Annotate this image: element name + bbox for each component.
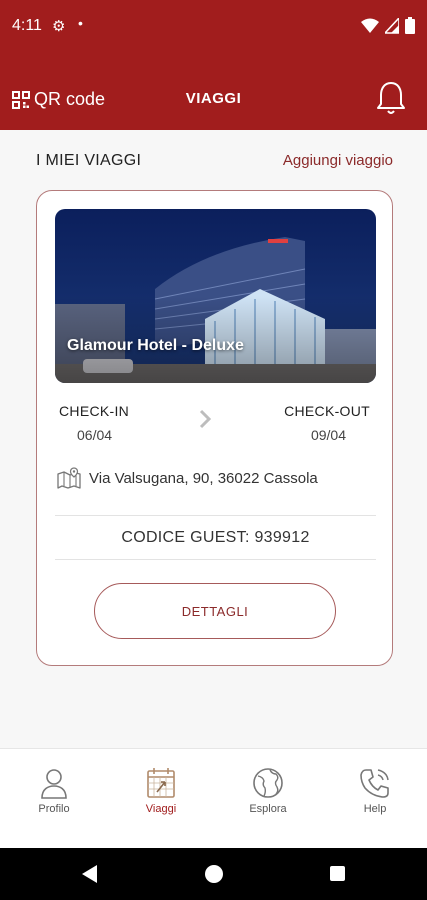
hotel-image[interactable]: Glamour Hotel - Deluxe <box>55 209 376 383</box>
add-trip-link[interactable]: Aggiungi viaggio <box>283 152 393 169</box>
main-content: I MIEI VIAGGI Aggiungi viaggio Glamour H… <box>0 130 427 748</box>
tab-label: Help <box>363 803 387 815</box>
hotel-photo <box>55 209 376 383</box>
checkin-label: CHECK-IN <box>59 403 130 419</box>
user-icon <box>41 769 67 799</box>
status-time: 4:11 <box>12 17 42 34</box>
details-button[interactable]: DETTAGLI <box>94 583 336 639</box>
battery-icon <box>405 17 415 34</box>
checkout-date: 09/04 <box>310 427 346 443</box>
home-icon[interactable] <box>205 865 223 883</box>
globe-icon <box>253 768 283 798</box>
tab-esplora[interactable]: Esplora <box>228 767 308 815</box>
checkin-date: 06/04 <box>77 427 113 443</box>
tab-label: Esplora <box>249 803 287 815</box>
system-navigation-bar <box>0 848 427 900</box>
section-title: I MIEI VIAGGI <box>36 152 142 169</box>
hotel-address: Via Valsugana, 90, 36022 Cassola <box>57 467 318 489</box>
divider <box>55 515 376 516</box>
tab-help[interactable]: Help <box>335 767 415 815</box>
system-icons <box>361 17 415 34</box>
status-bar: 4:11 ⚙ • <box>0 0 427 56</box>
app-bar: QR code VIAGGI <box>0 56 427 130</box>
qr-code-label: QR code <box>34 89 106 109</box>
tab-label: Profilo <box>38 803 70 815</box>
trip-card: Glamour Hotel - Deluxe CHECK-IN 06/04 CH… <box>36 190 393 666</box>
notification-bell-icon[interactable] <box>375 80 407 116</box>
wifi-icon <box>361 18 379 33</box>
qr-code-button[interactable]: QR code <box>12 89 105 110</box>
settings-gear-icon: ⚙ <box>52 18 66 35</box>
notification-dot-icon: • <box>78 15 83 31</box>
checkout-label: CHECK-OUT <box>284 403 370 419</box>
address-text: Via Valsugana, 90, 36022 Cassola <box>89 469 318 487</box>
guest-code: CODICE GUEST: 939912 <box>121 529 310 546</box>
back-icon[interactable] <box>82 865 98 883</box>
tab-viaggi[interactable]: Viaggi <box>121 767 201 815</box>
tab-label: Viaggi <box>145 803 177 815</box>
qr-code-icon <box>12 90 30 109</box>
divider <box>55 559 376 560</box>
cell-signal-icon <box>385 17 399 34</box>
recent-apps-icon[interactable] <box>330 866 345 881</box>
hotel-name: Glamour Hotel - Deluxe <box>67 337 244 354</box>
chevron-right-icon <box>199 409 212 429</box>
phone-icon <box>360 769 389 798</box>
map-icon <box>57 467 81 489</box>
tab-profilo[interactable]: Profilo <box>14 767 94 815</box>
calendar-icon <box>147 768 175 798</box>
bottom-tab-bar: Profilo Viaggi Esplora Help <box>0 748 427 848</box>
